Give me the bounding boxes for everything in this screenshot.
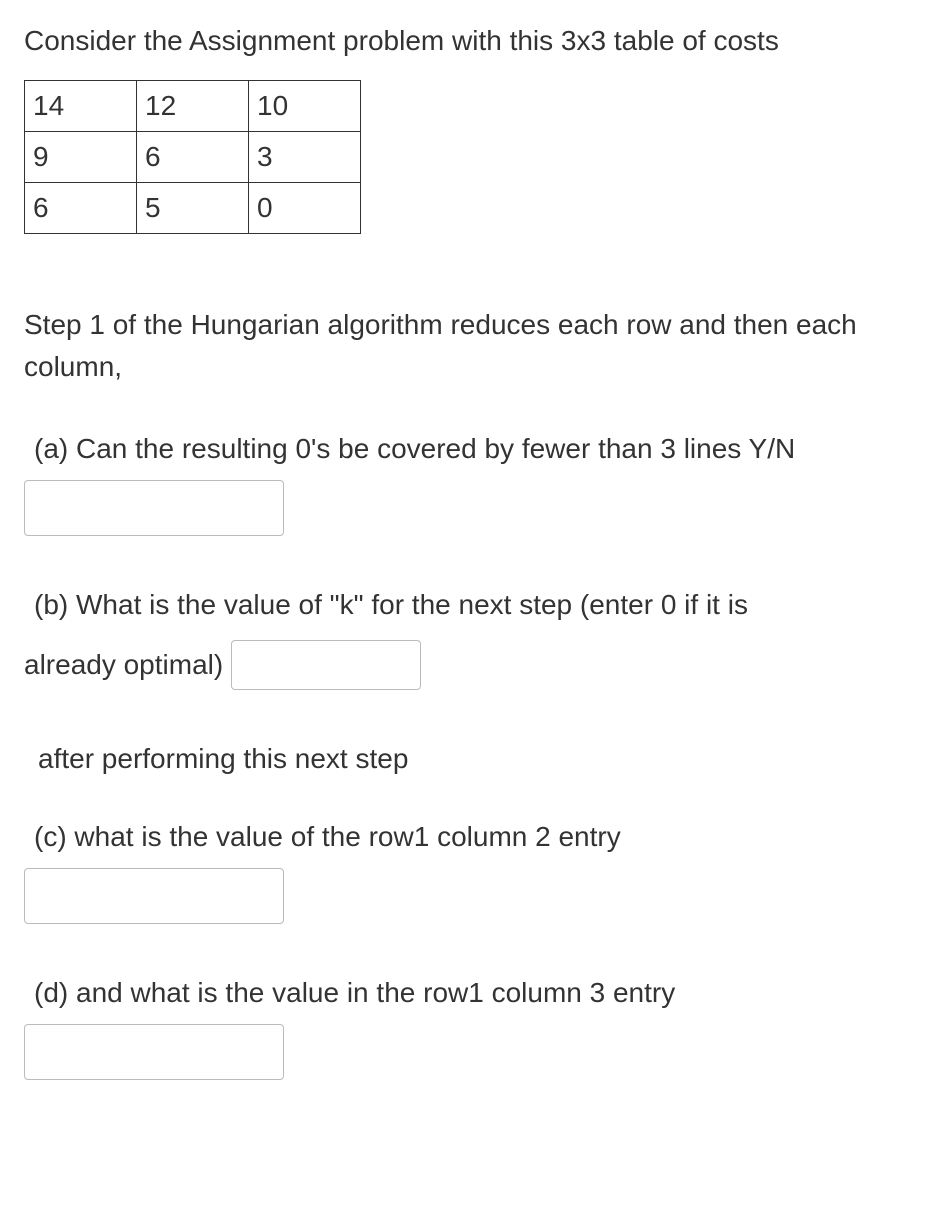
part-d: (d) and what is the value in the row1 co… (24, 972, 902, 1080)
part-c-input[interactable] (24, 868, 284, 924)
cell-r2c2: 6 (137, 132, 249, 183)
intro-text: Consider the Assignment problem with thi… (24, 20, 902, 62)
part-b-text-line2: already optimal) (24, 644, 223, 686)
part-a: (a) Can the resulting 0's be covered by … (24, 428, 902, 536)
part-a-input[interactable] (24, 480, 284, 536)
part-d-text: (d) and what is the value in the row1 co… (24, 972, 902, 1014)
part-b-input[interactable] (231, 640, 421, 690)
cost-table: 14 12 10 9 6 3 6 5 0 (24, 80, 361, 234)
after-step-text: after performing this next step (24, 738, 902, 780)
part-b-text-line1: (b) What is the value of "k" for the nex… (24, 584, 902, 626)
cell-r1c1: 14 (25, 81, 137, 132)
cell-r3c3: 0 (249, 183, 361, 234)
part-b: (b) What is the value of "k" for the nex… (24, 584, 902, 690)
part-c: (c) what is the value of the row1 column… (24, 816, 902, 924)
table-row: 6 5 0 (25, 183, 361, 234)
part-c-text: (c) what is the value of the row1 column… (24, 816, 902, 858)
table-row: 9 6 3 (25, 132, 361, 183)
table-row: 14 12 10 (25, 81, 361, 132)
cell-r1c2: 12 (137, 81, 249, 132)
cell-r3c2: 5 (137, 183, 249, 234)
cell-r1c3: 10 (249, 81, 361, 132)
part-d-input[interactable] (24, 1024, 284, 1080)
cell-r3c1: 6 (25, 183, 137, 234)
cell-r2c1: 9 (25, 132, 137, 183)
part-a-text: (a) Can the resulting 0's be covered by … (24, 428, 902, 470)
step1-text: Step 1 of the Hungarian algorithm reduce… (24, 304, 902, 388)
cell-r2c3: 3 (249, 132, 361, 183)
